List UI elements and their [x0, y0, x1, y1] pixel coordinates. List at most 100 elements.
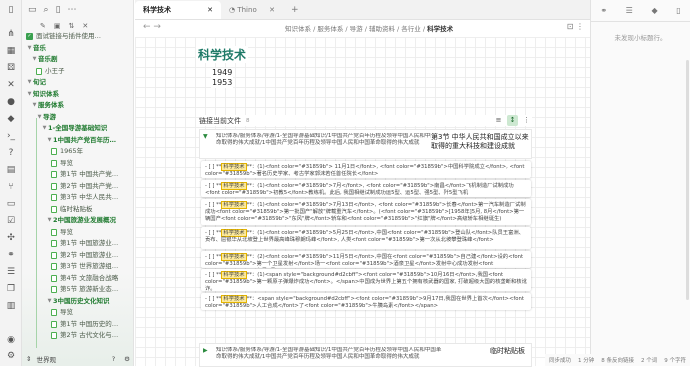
dice-icon[interactable]: ⚄ [5, 62, 17, 74]
graph-icon[interactable]: ⋔ [5, 28, 17, 40]
chevron-down-icon[interactable]: ▼ [46, 215, 53, 227]
new-tab-icon[interactable]: + [283, 5, 299, 15]
terminal-icon[interactable]: ›_ [5, 130, 17, 142]
new-note-icon[interactable]: ✎ [40, 22, 46, 30]
link-group[interactable]: ▶ 知识体系/服务体系/导游/1-全国导游基础知识/1中国共产党百年历程及领导中… [199, 343, 532, 367]
git-icon[interactable]: ⑂ [5, 181, 17, 193]
chart-icon[interactable]: ▥ [5, 300, 17, 312]
tree-file[interactable]: 第2节 古代文化与… [22, 330, 133, 342]
tree-folder[interactable]: ▼ 知识体系 [22, 89, 133, 101]
bookmark-icon[interactable]: ▯ [56, 5, 61, 15]
book-icon[interactable]: ▭ [5, 198, 17, 210]
chevron-down-icon[interactable]: ▼ [41, 123, 48, 135]
list-icon[interactable]: ☰ [5, 266, 17, 278]
link-group[interactable]: ▼ 知识体系/服务体系/导游/1-全国导游基础知识/1中国共产党百年历程及领导中… [199, 129, 532, 159]
expand-icon[interactable]: ↕ [507, 115, 518, 126]
help-icon[interactable]: ? [5, 147, 17, 159]
tree-file[interactable]: 第3节 世界旅游组… [22, 261, 133, 273]
tree-file[interactable]: 1965年 [22, 146, 133, 158]
tree-file[interactable]: 第1节 中国历史的… [22, 319, 133, 331]
tree-file[interactable]: 第1节 中国共产党… [22, 169, 133, 181]
link-file-path[interactable]: 知识体系/服务体系/导游/1-全国导游基础知识/1中国共产党百年历程及领导中国人… [216, 347, 444, 361]
sidebar-toggle-icon[interactable]: ▯ [5, 4, 17, 16]
outline-icon[interactable]: ☰ [626, 6, 633, 15]
chevron-down-icon[interactable]: ▼ [26, 89, 33, 101]
link-card[interactable]: - [ ] ** 科学技术 **：<span style="background#d… [201, 293, 531, 310]
tree-file[interactable]: 第2节 中国共产党… [22, 181, 133, 193]
back-forward-icon[interactable]: ← → [143, 22, 161, 32]
chevron-down-icon[interactable]: ▼ [46, 135, 53, 147]
chevron-right-icon[interactable]: ▶ [203, 347, 208, 354]
vault-switcher[interactable]: ⇕ 世界观 ? ⚙ [22, 351, 133, 366]
tree-file[interactable]: 第2节 中国旅游业… [22, 250, 133, 262]
settings-icon[interactable]: ⚙ [124, 355, 130, 363]
close-icon[interactable]: ✕ [269, 6, 275, 14]
link-card[interactable]: - [ ] ** 科学技术 **：(2)<font color="#31859b">… [201, 251, 531, 268]
checklist-icon[interactable]: ☑ [5, 215, 17, 227]
tree-folder[interactable]: ▼ 2中国旅游业发展概况 [22, 215, 133, 227]
close-cross-icon[interactable]: ✕ [5, 79, 17, 91]
tree-file[interactable]: 第5节 旅游新业态… [22, 284, 133, 296]
chevron-down-icon[interactable]: ▼ [26, 43, 33, 55]
tree-folder[interactable]: ▼ 音乐剧 [22, 54, 133, 66]
chevron-down-icon[interactable]: ▼ [36, 112, 43, 124]
tree-file[interactable]: 第3节 中华人民共… [22, 192, 133, 204]
layout-icon[interactable]: ▯ [676, 6, 680, 15]
calendar-icon[interactable]: ▤ [5, 164, 17, 176]
tree-folder[interactable]: ▼ 旬记 [22, 77, 133, 89]
link-card[interactable]: - [ ] ** 科学技术 **：(1)<font color="#31859b">… [201, 161, 531, 178]
tree-folder[interactable]: ▼ 音乐 [22, 43, 133, 55]
puzzle-icon[interactable]: ✣ [5, 232, 17, 244]
scrollbar[interactable] [686, 60, 689, 300]
tree-file[interactable]: 导览 [22, 307, 133, 319]
search-icon[interactable]: ⌕ [44, 5, 49, 15]
tab-active[interactable]: 科学技术 ✕ [135, 1, 221, 19]
settings-icon[interactable]: ⚙ [5, 350, 17, 362]
sort-icon[interactable]: ⇅ [69, 22, 75, 30]
tree-file[interactable]: 第4节 文旅融合战略 [22, 273, 133, 285]
link-match-title[interactable]: 第3节 中华人民共和国成立以来取得的重大科技和建设成就 [431, 133, 531, 151]
tree-file[interactable]: 临时粘贴板 [22, 204, 133, 216]
folder-icon[interactable]: ▭ [28, 5, 37, 15]
filter-icon[interactable]: ⋮ [521, 115, 532, 126]
user-icon[interactable]: ◉ [5, 334, 17, 346]
link-icon[interactable]: ⚭ [600, 6, 607, 15]
help-icon[interactable]: ? [112, 355, 115, 363]
tree-folder[interactable]: ▼ 服务体系 [22, 100, 133, 112]
tree-folder[interactable]: ▼ 3中国历史文化知识 [22, 296, 133, 308]
tree-file[interactable]: 导览 [22, 227, 133, 239]
chevron-down-icon[interactable]: ▼ [26, 77, 33, 89]
more-options-icon[interactable]: ⊡ ⋮ [567, 22, 584, 31]
more-icon[interactable]: ⋯ [68, 5, 77, 15]
link-match-title[interactable]: 临时粘贴板 [490, 347, 530, 356]
tree-file[interactable]: ✓ 面试链接与插件使用… [22, 31, 133, 43]
tree-folder[interactable]: ▼ 1中国共产党百年历… [22, 135, 133, 147]
link-file-path[interactable]: 知识体系/服务体系/导游/1-全国导游基础知识/1中国共产党百年历程及领导中国人… [216, 133, 444, 147]
copy-icon[interactable]: ❐ [5, 283, 17, 295]
link-card[interactable]: - [ ] ** 科学技术 **：(1)<span style="backgroun… [201, 269, 531, 291]
checkbox-icon[interactable]: ✓ [26, 33, 33, 41]
sync-status[interactable]: 同步成功 [549, 356, 571, 364]
backlink-count[interactable]: 8 条反向链接 [601, 356, 634, 364]
close-icon[interactable]: ✕ [207, 6, 213, 14]
link-card[interactable]: - [ ] ** 科学技术 **：(1)<font color="#31859b">… [201, 199, 531, 225]
tree-file[interactable]: 导览 [22, 158, 133, 170]
link-card[interactable]: - [ ] ** 科学技术 **：(1)<font color="#31859b">… [201, 180, 531, 197]
link-card[interactable]: - [ ] ** 科学技术 **：(1)<font color="#31859b">… [201, 227, 531, 249]
chevron-down-icon[interactable]: ▼ [31, 54, 38, 66]
new-folder-icon[interactable]: ▣ [54, 22, 61, 30]
tree-folder[interactable]: ▼ 导游 [22, 112, 133, 124]
sort-icon[interactable]: ≡ [493, 115, 504, 126]
tree-folder[interactable]: ▼ 1-全国导游基础知识 [22, 123, 133, 135]
chevron-down-icon[interactable]: ▼ [203, 133, 208, 140]
tag-icon[interactable]: ◆ [5, 113, 17, 125]
chevron-down-icon[interactable]: ▼ [46, 296, 53, 308]
breadcrumb-path[interactable]: 知识体系 / 服务体系 / 导游 / 辅助资料 / 各行业 / [285, 25, 427, 33]
tag-icon[interactable]: ◆ [651, 6, 657, 15]
chevron-down-icon[interactable]: ▼ [31, 100, 38, 112]
mic-icon[interactable]: ● [5, 96, 17, 108]
canvas-icon[interactable]: ▦ [5, 45, 17, 57]
collapse-icon[interactable]: ✕ [82, 22, 88, 30]
tab-thino[interactable]: ◔ Thino ✕ [221, 1, 283, 19]
link-icon[interactable]: ⚭ [5, 249, 17, 261]
